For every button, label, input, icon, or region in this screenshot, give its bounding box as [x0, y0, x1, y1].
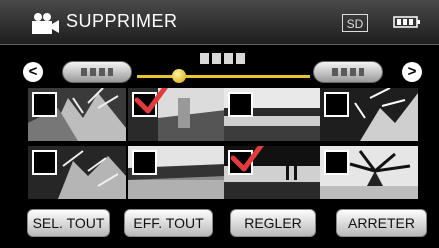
set-button[interactable]: REGLER [230, 209, 316, 237]
header-bar: SUPPRIMER SD [0, 0, 439, 45]
thumbnail-checkbox[interactable] [132, 150, 157, 175]
checkmark-icon [134, 88, 168, 114]
thumbnail-checkbox[interactable] [32, 150, 57, 175]
battery-icon [393, 16, 420, 28]
checkmark-icon [230, 146, 264, 172]
screen-title: SUPPRIMER [66, 11, 178, 31]
stop-button[interactable]: ARRETER [336, 209, 427, 237]
thumbnail-checkbox[interactable] [324, 150, 349, 175]
thumbnail-checkbox[interactable] [324, 92, 349, 117]
clear-all-button[interactable]: EFF. TOUT [124, 209, 213, 237]
thumbnail-5[interactable] [28, 146, 126, 199]
video-camera-icon [32, 13, 59, 34]
thumbnail-8[interactable] [320, 146, 418, 199]
thumbnail-checkbox[interactable] [228, 92, 253, 117]
thumbnail-checkbox[interactable] [32, 92, 57, 117]
thumbnail-1[interactable] [28, 88, 126, 141]
thumbnail-3[interactable] [224, 88, 322, 141]
thumbnail-7[interactable] [224, 146, 322, 199]
next-page-button[interactable]: > [402, 62, 422, 82]
next-pages-pill[interactable] [313, 61, 383, 83]
page-slider-knob[interactable] [172, 69, 186, 83]
previous-pages-pill[interactable] [62, 61, 132, 83]
thumbnail-4[interactable] [320, 88, 418, 141]
page-slider-track[interactable] [137, 75, 310, 78]
thumbnail-6[interactable] [128, 146, 226, 199]
screen: SUPPRIMER SD < > SEL. TOUT EFF. TOUT REG… [0, 0, 439, 248]
sd-card-icon: SD [342, 14, 368, 32]
page-indicator [200, 53, 246, 64]
previous-page-button[interactable]: < [23, 62, 43, 82]
select-all-button[interactable]: SEL. TOUT [27, 209, 110, 237]
thumbnail-2[interactable] [128, 88, 226, 141]
